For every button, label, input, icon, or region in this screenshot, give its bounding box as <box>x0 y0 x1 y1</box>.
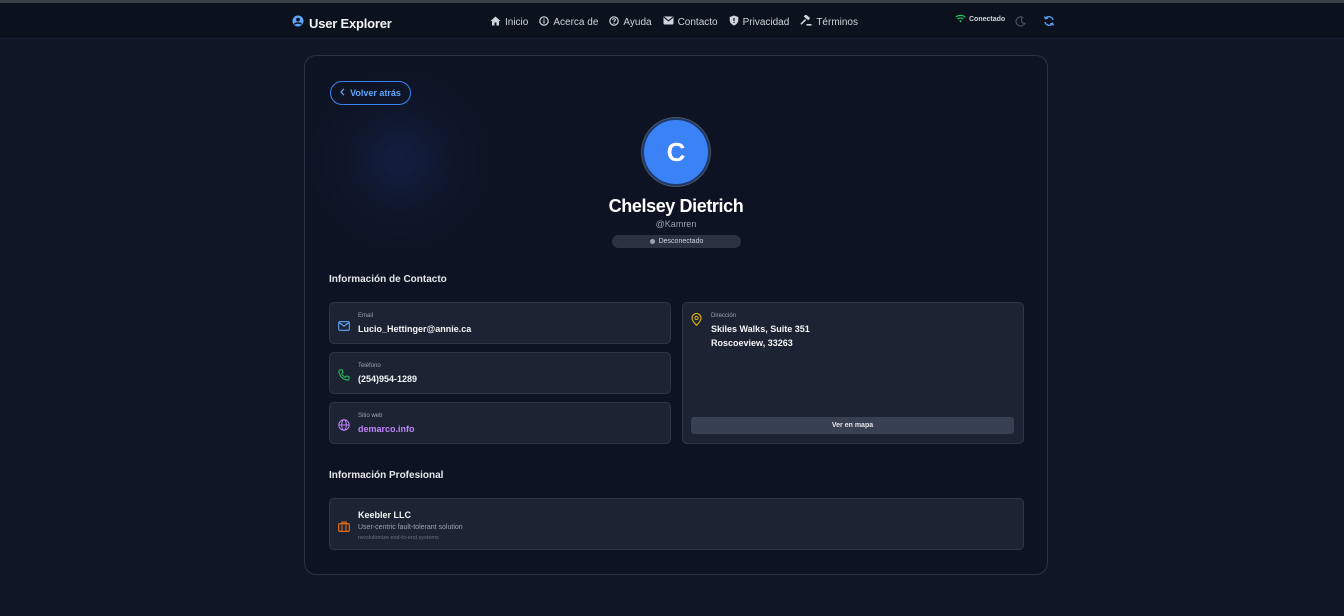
nav-label: Inicio <box>505 16 529 28</box>
contact-section-title: Información de Contacto <box>329 274 447 285</box>
chevron-left-icon <box>340 88 345 98</box>
website-card: Sitio web demarco.info <box>329 402 671 444</box>
globe-icon <box>338 418 350 436</box>
address-line2: Roscoeview, 33263 <box>711 338 793 348</box>
nav-label: Acerca de <box>553 16 599 28</box>
professional-section-title: Información Profesional <box>329 470 444 481</box>
phone-card: Teléfono (254)954-1289 <box>329 352 671 394</box>
company-bs: revolutionize end-to-end systems <box>358 535 439 541</box>
shield-icon <box>729 15 739 29</box>
status-badge: Desconectado <box>612 235 741 248</box>
refresh-icon[interactable] <box>1043 14 1055 32</box>
user-handle: @Kamren <box>655 219 697 229</box>
user-name: Chelsey Dietrich <box>608 196 744 216</box>
company-name: Keebler LLC <box>358 510 412 520</box>
nav-link-acerca[interactable]: Acerca de <box>539 15 598 29</box>
gavel-icon <box>800 14 812 29</box>
wifi-icon <box>955 14 966 25</box>
nav-link-inicio[interactable]: Inicio <box>490 15 528 29</box>
help-icon <box>609 15 620 29</box>
briefcase-icon <box>338 519 350 537</box>
navbar: User Explorer Inicio Acerca de Ayuda Con… <box>0 3 1344 39</box>
email-card: Email Lucio_Hettinger@annie.ca <box>329 302 671 344</box>
map-pin-icon <box>691 312 702 331</box>
company-card: Keebler LLC User-centric fault-tolerant … <box>329 498 1024 550</box>
connection-status-label: Conectado <box>969 16 1006 23</box>
avatar: C <box>642 118 710 186</box>
website-link[interactable]: demarco.info <box>358 424 415 434</box>
brand[interactable]: User Explorer <box>292 14 392 32</box>
address-card: Dirección Skiles Walks, Suite 351 Roscoe… <box>682 302 1024 444</box>
profile-card: Volver atrás C Chelsey Dietrich @Kamren … <box>304 55 1048 575</box>
back-button[interactable]: Volver atrás <box>330 81 411 105</box>
home-icon <box>490 16 501 29</box>
moon-icon[interactable] <box>1015 14 1026 32</box>
address-label: Dirección <box>711 313 737 319</box>
phone-label: Teléfono <box>358 363 381 369</box>
company-catchphrase: User-centric fault-tolerant solution <box>358 524 463 531</box>
back-button-label: Volver atrás <box>350 88 401 98</box>
info-icon <box>539 15 550 29</box>
nav-link-terminos[interactable]: Términos <box>800 14 858 29</box>
nav-label: Ayuda <box>623 16 652 28</box>
email-value[interactable]: Lucio_Hettinger@annie.ca <box>358 324 471 334</box>
status-badge-label: Desconectado <box>658 238 704 245</box>
nav-label: Términos <box>816 16 858 28</box>
phone-value[interactable]: (254)954-1289 <box>358 374 417 384</box>
email-label: Email <box>358 313 374 319</box>
website-label: Sitio web <box>358 413 383 419</box>
address-line1: Skiles Walks, Suite 351 <box>711 324 810 334</box>
nav-label: Contacto <box>677 16 718 28</box>
mail-icon <box>663 16 674 28</box>
phone-icon <box>338 368 350 386</box>
nav-label: Privacidad <box>742 16 790 28</box>
brand-title: User Explorer <box>309 15 392 31</box>
mail-icon <box>338 318 350 336</box>
nav-link-privacidad[interactable]: Privacidad <box>729 15 790 29</box>
nav-link-ayuda[interactable]: Ayuda <box>609 15 652 29</box>
view-map-button[interactable]: Ver en mapa <box>691 417 1014 434</box>
connection-status: Conectado <box>955 14 1005 25</box>
main-nav: Inicio Acerca de Ayuda Contacto Privacid… <box>490 14 858 29</box>
nav-link-contacto[interactable]: Contacto <box>663 15 718 29</box>
navbar-right: Conectado <box>955 14 1054 27</box>
user-circle-icon <box>292 14 304 32</box>
status-dot <box>649 239 655 244</box>
